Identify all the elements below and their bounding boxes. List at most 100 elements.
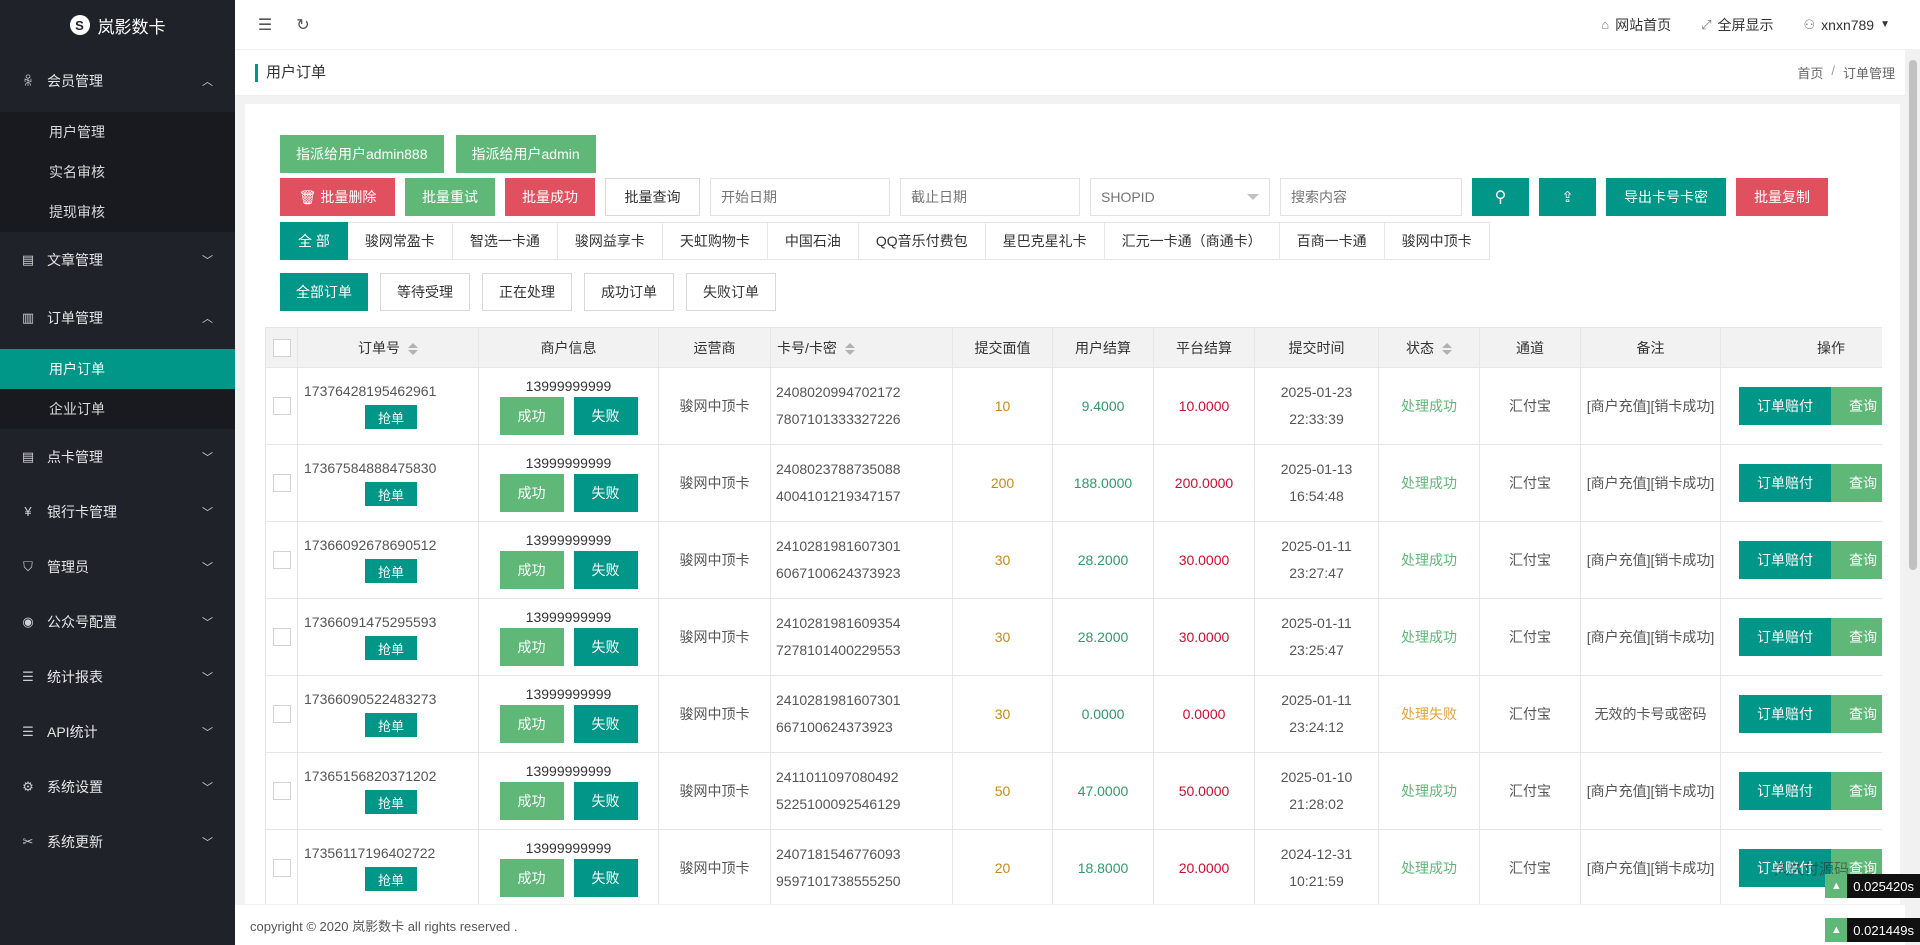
row-checkbox[interactable] (272, 397, 291, 416)
col-order-no[interactable]: 订单号 (297, 327, 479, 368)
status-filter-button[interactable]: 等待受理 (380, 273, 470, 311)
sidebar-item[interactable]: 企业订单 (0, 389, 235, 429)
sidebar-group-2[interactable]: ▥ 订单管理 ︿ (0, 287, 235, 349)
sidebar-item[interactable]: 用户订单 (0, 349, 235, 389)
mark-success-button[interactable]: 成功 (499, 858, 564, 897)
row-checkbox[interactable] (272, 705, 291, 724)
mark-fail-button[interactable]: 失败 (573, 473, 638, 512)
sidebar-item[interactable]: 用户管理 (0, 112, 235, 152)
sidebar-group-8[interactable]: ☰ API统计 ﹀ (0, 704, 235, 759)
batch-delete-button[interactable]: 🗑 批量删除 (280, 178, 395, 216)
batch-copy-button[interactable]: 批量复制 (1736, 178, 1828, 216)
assign-admin-button[interactable]: 指派给用户admin (455, 135, 596, 173)
shopid-select[interactable]: SHOPID (1090, 178, 1270, 216)
batch-retry-button[interactable]: 批量重试 (405, 178, 495, 216)
card-tab[interactable]: 骏网益享卡 (557, 222, 663, 260)
sidebar-item[interactable]: 实名审核 (0, 152, 235, 192)
card-tab[interactable]: 星巴克星礼卡 (985, 222, 1105, 260)
end-date-input[interactable]: 截止日期 (900, 178, 1080, 216)
assign-admin888-button[interactable]: 指派给用户admin888 (280, 135, 444, 173)
user-menu[interactable]: ⚇ xnxn789 ▼ (1804, 17, 1891, 33)
mark-success-button[interactable]: 成功 (499, 473, 564, 512)
sidebar-group-9[interactable]: ⚙ 系统设置 ﹀ (0, 759, 235, 814)
card-tab[interactable]: 骏网常盈卡 (347, 222, 453, 260)
query-button[interactable]: 查询 (1831, 541, 1882, 579)
scrollbar-thumb[interactable] (1909, 60, 1917, 570)
sidebar-group-0[interactable]: ꆜ 会员管理 ︿ (0, 50, 235, 112)
card-tab[interactable]: 骏网中顶卡 (1384, 222, 1490, 260)
export-icon-button[interactable]: ⇪ (1539, 178, 1596, 216)
grab-order-button[interactable]: 抢单 (364, 636, 417, 660)
sidebar-group-1[interactable]: ▤ 文章管理 ﹀ (0, 232, 235, 287)
mark-fail-button[interactable]: 失败 (573, 627, 638, 666)
search-input[interactable]: 搜索内容 (1280, 178, 1462, 216)
order-compensate-button[interactable]: 订单赔付 (1739, 387, 1831, 425)
card-tab[interactable]: 汇元一卡通（商通卡） (1104, 222, 1280, 260)
mark-fail-button[interactable]: 失败 (573, 396, 638, 435)
breadcrumb-home[interactable]: 首页 (1797, 63, 1823, 82)
order-compensate-button[interactable]: 订单赔付 (1739, 695, 1831, 733)
grab-order-button[interactable]: 抢单 (364, 713, 417, 737)
mark-success-button[interactable]: 成功 (499, 781, 564, 820)
row-checkbox[interactable] (272, 782, 291, 801)
grab-order-button[interactable]: 抢单 (364, 559, 417, 583)
col-card[interactable]: 卡号/卡密 (770, 327, 953, 368)
sidebar-group-4[interactable]: ¥ 银行卡管理 ﹀ (0, 484, 235, 539)
card-tab[interactable]: 中国石油 (767, 222, 859, 260)
grab-order-button[interactable]: 抢单 (364, 790, 417, 814)
query-button[interactable]: 查询 (1831, 387, 1882, 425)
status-filter-button[interactable]: 失败订单 (686, 273, 776, 311)
order-compensate-button[interactable]: 订单赔付 (1739, 772, 1831, 810)
query-button[interactable]: 查询 (1831, 695, 1882, 733)
order-compensate-button[interactable]: 订单赔付 (1739, 541, 1831, 579)
start-date-input[interactable]: 开始日期 (710, 178, 890, 216)
sidebar-group-10[interactable]: ✂ 系统更新 ﹀ (0, 814, 235, 869)
mark-fail-button[interactable]: 失败 (573, 781, 638, 820)
grab-order-button[interactable]: 抢单 (364, 482, 417, 506)
collapse-menu-icon[interactable]: ☰ (255, 15, 275, 35)
fullscreen-link[interactable]: ⤢ 全屏显示 (1701, 15, 1773, 35)
card-tab[interactable]: 全 部 (280, 222, 348, 260)
card-tab[interactable]: 天虹购物卡 (662, 222, 768, 260)
select-all-checkbox[interactable] (272, 338, 291, 357)
sort-icon[interactable] (844, 342, 855, 355)
query-button[interactable]: 查询 (1831, 618, 1882, 656)
sidebar-item[interactable]: 提现审核 (0, 192, 235, 232)
status-filter-button[interactable]: 全部订单 (280, 273, 368, 311)
export-cards-button[interactable]: 导出卡号卡密 (1606, 178, 1726, 216)
grab-order-button[interactable]: 抢单 (364, 405, 417, 429)
row-checkbox[interactable] (272, 551, 291, 570)
status-filter-button[interactable]: 成功订单 (584, 273, 674, 311)
refresh-icon[interactable]: ↻ (293, 15, 313, 35)
status-filter-button[interactable]: 正在处理 (482, 273, 572, 311)
page-scrollbar[interactable] (1905, 50, 1920, 895)
batch-query-button[interactable]: 批量查询 (605, 178, 700, 216)
sidebar-group-6[interactable]: ◉ 公众号配置 ﹀ (0, 594, 235, 649)
query-button[interactable]: 查询 (1831, 464, 1882, 502)
query-button[interactable]: 查询 (1831, 772, 1882, 810)
order-compensate-button[interactable]: 订单赔付 (1739, 618, 1831, 656)
row-checkbox[interactable] (272, 474, 291, 493)
row-checkbox[interactable] (272, 628, 291, 647)
col-status[interactable]: 状态 (1378, 327, 1480, 368)
order-compensate-button[interactable]: 订单赔付 (1739, 464, 1831, 502)
sidebar-group-5[interactable]: ⛉ 管理员 ﹀ (0, 539, 235, 594)
card-tab[interactable]: 百商一卡通 (1279, 222, 1385, 260)
mark-success-button[interactable]: 成功 (499, 550, 564, 589)
sort-icon[interactable] (408, 342, 418, 355)
mark-fail-button[interactable]: 失败 (573, 550, 638, 589)
search-button[interactable]: ⚲ (1472, 178, 1529, 216)
debug-timer[interactable]: ▲ 0.021449s (1825, 918, 1920, 942)
mark-success-button[interactable]: 成功 (499, 627, 564, 666)
mark-fail-button[interactable]: 失败 (573, 704, 638, 743)
mark-fail-button[interactable]: 失败 (573, 858, 638, 897)
site-home-link[interactable]: ⌂ 网站首页 (1601, 15, 1671, 35)
batch-success-button[interactable]: 批量成功 (505, 178, 595, 216)
row-checkbox[interactable] (272, 859, 291, 878)
sort-icon[interactable] (1442, 342, 1452, 355)
card-tab[interactable]: 智选一卡通 (452, 222, 558, 260)
grab-order-button[interactable]: 抢单 (364, 867, 417, 891)
debug-timer[interactable]: ▲ 0.025420s (1825, 874, 1920, 898)
brand-logo[interactable]: S 岚影数卡 (0, 0, 235, 50)
sidebar-group-7[interactable]: ☰ 统计报表 ﹀ (0, 649, 235, 704)
